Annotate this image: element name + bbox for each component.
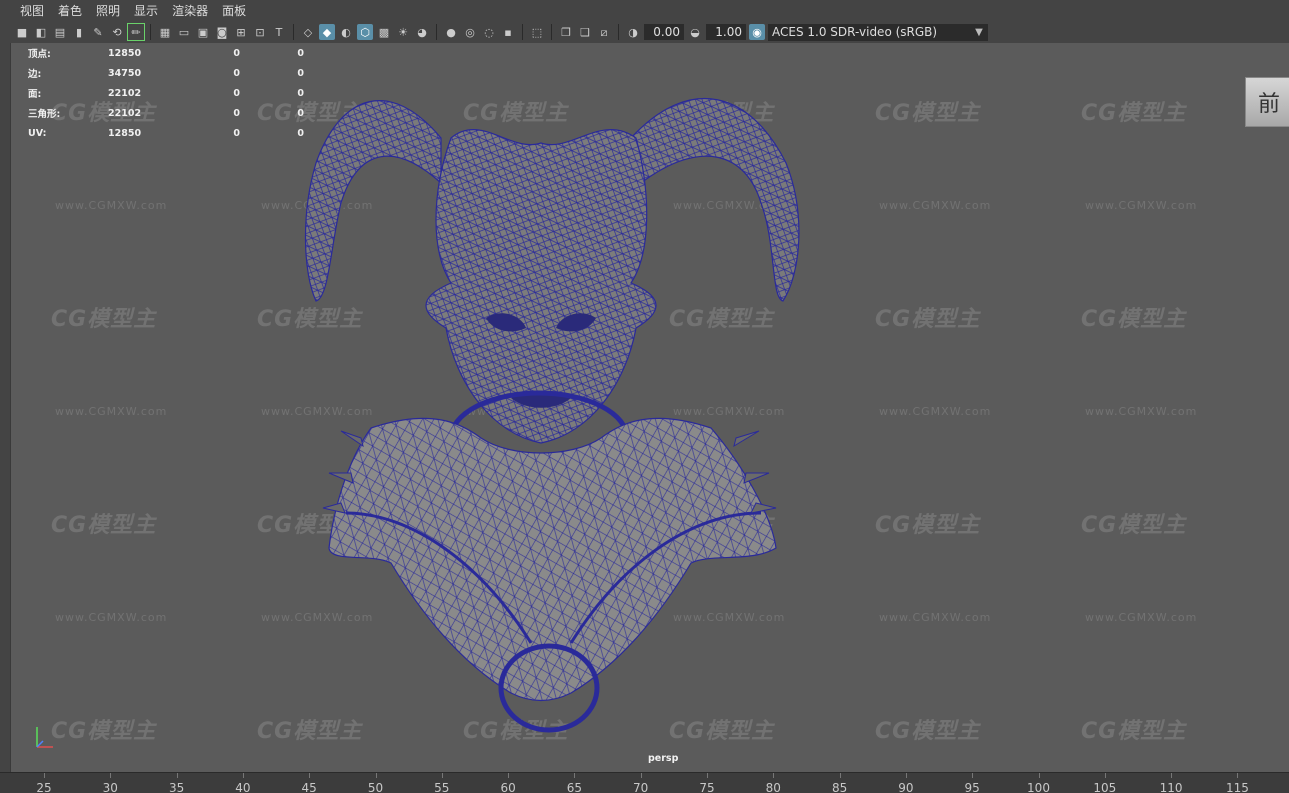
timeline-tick <box>242 773 244 778</box>
timeline-tick <box>773 773 775 778</box>
3d-viewport[interactable]: CG模型主www.CGMXW.comCG模型主www.CGMXW.comCG模型… <box>10 43 1289 772</box>
timeline-tick <box>640 773 642 778</box>
hud-row-uvs: UV: 12850 0 0 <box>28 127 304 139</box>
safe-action-icon[interactable]: ⊡ <box>252 24 268 40</box>
gate-mask-icon[interactable]: ◙ <box>214 24 230 40</box>
xray-icon[interactable]: ❐ <box>558 24 574 40</box>
grease-pencil-icon[interactable]: ✎ <box>90 24 106 40</box>
wireframe-icon[interactable]: ◇ <box>300 24 316 40</box>
viewcube[interactable]: 前 <box>1245 77 1289 127</box>
2d-pan-zoom-icon[interactable]: ⟲ <box>109 24 125 40</box>
menu-show[interactable]: 显示 <box>134 2 158 19</box>
menu-view[interactable]: 视图 <box>20 2 44 19</box>
color-space-label: ACES 1.0 SDR-video (sRGB) <box>772 25 938 39</box>
timeline-tick <box>375 773 377 778</box>
poly-count-hud: 顶点: 12850 0 0 边: 34750 0 0 面: 22102 0 0 … <box>28 43 304 143</box>
timeline-tick <box>176 773 178 778</box>
timeline-tick <box>905 773 907 778</box>
timeline-tick-label: 105 <box>1093 781 1117 793</box>
timeline-tick-label: 55 <box>434 781 450 793</box>
depth-of-field-icon[interactable]: ▪ <box>500 24 516 40</box>
timeline-tick-label: 35 <box>168 781 185 793</box>
image-plane-icon[interactable]: ▮ <box>71 24 87 40</box>
timeline-tick-label: 45 <box>301 781 317 793</box>
timeline-tick-label: 90 <box>898 781 914 793</box>
viewport-toolbar: ■ ◧ ▤ ▮ ✎ ⟲ ✏ ▦ ▭ ▣ ◙ ⊞ ⊡ T ◇ ◆ ◐ ⬡ ▩ ☀ … <box>0 21 1289 43</box>
timeline-tick-label: 70 <box>633 781 649 793</box>
demon-bust-model[interactable] <box>11 43 1289 772</box>
viewport-menubar: 视图 着色 照明 显示 渲染器 面板 <box>0 0 1289 21</box>
xray-joints-icon[interactable]: ⧄ <box>596 24 612 40</box>
resolution-gate-icon[interactable]: ▣ <box>195 24 211 40</box>
shadows-icon[interactable]: ◕ <box>414 24 430 40</box>
timeline-tick <box>972 773 974 778</box>
timeline-tick <box>707 773 708 778</box>
timeline-tick <box>44 773 45 778</box>
menu-lighting[interactable]: 照明 <box>96 2 120 19</box>
hud-row-triangles: 三角形: 22102 0 0 <box>28 107 304 121</box>
timeline-tick <box>1104 773 1106 778</box>
smooth-shade-icon[interactable]: ◆ <box>319 24 335 40</box>
use-lights-icon[interactable]: ☀ <box>395 24 411 40</box>
timeline-tick-label: 115 <box>1225 781 1249 793</box>
timeline-tick-label: 65 <box>566 781 583 793</box>
timeline-tick-label: 40 <box>235 781 251 793</box>
timeline-tick <box>110 773 112 778</box>
gamma-field[interactable]: 1.00 <box>706 24 746 40</box>
menu-renderer[interactable]: 渲染器 <box>172 2 208 19</box>
timeline-tick <box>1038 773 1040 778</box>
gamma-icon[interactable]: ◒ <box>687 24 703 40</box>
anti-aliasing-icon[interactable]: ◌ <box>481 24 497 40</box>
pencil-icon[interactable]: ✏ <box>127 23 145 41</box>
viewcube-face-label: 前 <box>1257 92 1280 117</box>
bookmark-icon[interactable]: ▤ <box>52 24 68 40</box>
timeline-tick-label: 85 <box>831 781 848 793</box>
timeline-tick-label: 75 <box>699 781 715 793</box>
timeline-tick <box>441 773 443 778</box>
textured-icon[interactable]: ▩ <box>376 24 392 40</box>
select-camera-icon[interactable]: ■ <box>14 24 30 40</box>
chevron-down-icon: ▼ <box>975 26 983 38</box>
isolate-select-icon[interactable]: ⬚ <box>529 24 545 40</box>
wireframe-on-shaded-icon[interactable]: ⬡ <box>357 24 373 40</box>
ambient-occlusion-icon[interactable]: ● <box>443 24 459 40</box>
timeline-tick-label: 25 <box>36 781 52 793</box>
exposure-field[interactable]: 0.00 <box>644 24 684 40</box>
camera-attributes-icon[interactable]: ◧ <box>33 24 49 40</box>
timeline-tick <box>309 773 311 778</box>
timeline-tick-label: 95 <box>964 781 980 793</box>
menu-panels[interactable]: 面板 <box>222 2 246 19</box>
timeline-tick-label: 100 <box>1027 781 1050 793</box>
timeline-tick-label: 50 <box>367 781 384 793</box>
color-management-icon[interactable]: ◉ <box>749 24 765 40</box>
timeline-tick-label: 60 <box>500 781 516 793</box>
timeline-tick <box>1171 773 1173 778</box>
axis-gizmo-icon <box>36 727 53 748</box>
hud-row-edges: 边: 34750 0 0 <box>28 67 304 81</box>
timeline-tick-label: 110 <box>1159 781 1183 793</box>
safe-title-icon[interactable]: T <box>271 24 287 40</box>
timeline-tick-label: 30 <box>102 781 118 793</box>
xray-active-icon[interactable]: ❑ <box>577 24 593 40</box>
timeline-tick-label: 80 <box>765 781 781 793</box>
time-slider[interactable]: 25 30 35 40 45 50 55 60 65 70 75 80 85 90 95 100 105 110 1… <box>0 772 1289 793</box>
default-material-icon[interactable]: ◐ <box>338 24 354 40</box>
motion-blur-icon[interactable]: ◎ <box>462 24 478 40</box>
camera-label: persp <box>648 753 679 764</box>
grid-icon[interactable]: ▦ <box>157 24 173 40</box>
left-edge-strip <box>0 43 10 772</box>
timeline-tick <box>508 773 510 778</box>
timeline-tick <box>574 773 576 778</box>
timeline-tick <box>1237 773 1239 778</box>
menu-shading[interactable]: 着色 <box>58 2 82 19</box>
field-chart-icon[interactable]: ⊞ <box>233 24 249 40</box>
color-space-dropdown[interactable]: ACES 1.0 SDR-video (sRGB) ▼ <box>768 23 988 41</box>
exposure-icon[interactable]: ◑ <box>625 24 641 40</box>
hud-row-vertices: 顶点: 12850 0 0 <box>28 47 304 61</box>
timeline-tick <box>839 773 841 778</box>
film-gate-icon[interactable]: ▭ <box>176 24 192 40</box>
hud-row-faces: 面: 22102 0 0 <box>28 87 304 101</box>
